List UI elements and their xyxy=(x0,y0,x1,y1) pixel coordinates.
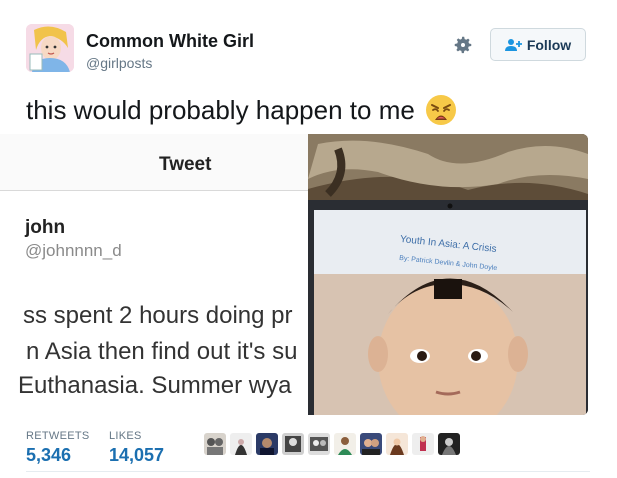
liker-avatar[interactable] xyxy=(230,433,252,455)
likes-stat[interactable]: LIKES 14,057 xyxy=(109,430,164,466)
screenshot-text-line: n Asia then find out it's su xyxy=(26,338,298,365)
screenshot-text-line: Euthanasia. Summer wya xyxy=(18,372,292,399)
add-user-icon xyxy=(504,38,522,51)
author-avatar[interactable] xyxy=(26,24,74,72)
author-display-name[interactable]: Common White Girl xyxy=(86,31,254,52)
retweets-label: RETWEETS xyxy=(26,430,90,442)
liker-avatar[interactable] xyxy=(438,433,460,455)
avatar-image xyxy=(26,24,74,72)
screenshot-author-handle: @johnnnn_d xyxy=(25,241,122,260)
gear-icon[interactable] xyxy=(452,34,474,56)
screenshot-text-line: ss spent 2 hours doing pr xyxy=(23,302,293,329)
liker-avatar[interactable] xyxy=(282,433,304,455)
liker-avatar[interactable] xyxy=(386,433,408,455)
screenshot-author-name: john xyxy=(25,217,66,238)
liker-avatar[interactable] xyxy=(204,433,226,455)
follow-button[interactable]: Follow xyxy=(490,28,586,61)
liker-avatars xyxy=(204,433,460,455)
screenshot-header xyxy=(0,134,310,190)
tweet-media[interactable]: Tweet john @johnnnn_d ss spent 2 hours d… xyxy=(0,134,588,415)
liker-avatar[interactable] xyxy=(334,433,356,455)
liker-avatar[interactable] xyxy=(308,433,330,455)
retweets-count: 5,346 xyxy=(26,445,72,465)
likes-count: 14,057 xyxy=(109,445,165,465)
retweets-stat[interactable]: RETWEETS 5,346 xyxy=(26,430,90,466)
laptop-photo: Youth In Asia: A Crisis By: Patrick Devl… xyxy=(308,134,588,415)
weary-face-emoji-icon xyxy=(425,95,456,125)
embedded-tweet-screenshot: Tweet john @johnnnn_d ss spent 2 hours d… xyxy=(0,134,310,415)
screenshot-divider xyxy=(0,190,310,191)
embedded-photo: Youth In Asia: A Crisis By: Patrick Devl… xyxy=(308,134,588,415)
liker-avatar[interactable] xyxy=(360,433,382,455)
liker-avatar[interactable] xyxy=(412,433,434,455)
likes-label: LIKES xyxy=(109,430,142,442)
divider xyxy=(26,471,590,472)
screenshot-header-title: Tweet xyxy=(159,154,212,175)
tweet-text-content: this would probably happen to me xyxy=(26,94,415,125)
tweet-text: this would probably happen to me xyxy=(26,94,457,126)
follow-button-label: Follow xyxy=(526,36,572,53)
liker-avatar[interactable] xyxy=(256,433,278,455)
author-handle[interactable]: @girlposts xyxy=(86,55,152,71)
